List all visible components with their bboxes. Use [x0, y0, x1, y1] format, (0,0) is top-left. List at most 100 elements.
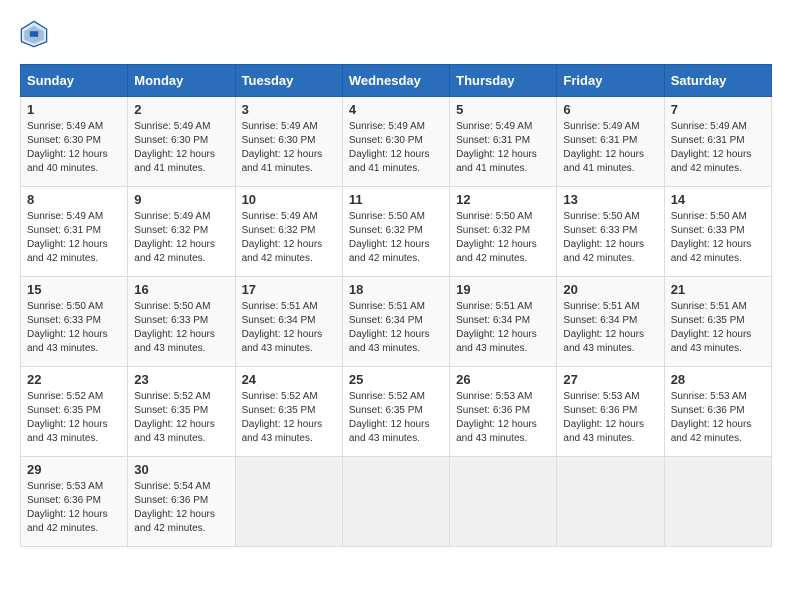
calendar-cell — [664, 457, 771, 547]
day-info: Sunrise: 5:49 AM Sunset: 6:32 PM Dayligh… — [242, 210, 336, 266]
day-info: Sunrise: 5:50 AM Sunset: 6:33 PM Dayligh… — [27, 300, 121, 356]
week-row-5: 29 Sunrise: 5:53 AM Sunset: 6:36 PM Dayli… — [21, 457, 772, 547]
calendar-cell: 6 Sunrise: 5:49 AM Sunset: 6:31 PM Daylig… — [557, 97, 664, 187]
calendar-cell: 19 Sunrise: 5:51 AM Sunset: 6:34 PM Dayli… — [450, 277, 557, 367]
calendar-cell — [557, 457, 664, 547]
day-number: 3 — [242, 102, 336, 117]
calendar-cell: 26 Sunrise: 5:53 AM Sunset: 6:36 PM Dayli… — [450, 367, 557, 457]
calendar-cell: 17 Sunrise: 5:51 AM Sunset: 6:34 PM Dayli… — [235, 277, 342, 367]
calendar-cell: 13Sunrise: 5:50 AM Sunset: 6:33 PM Dayli… — [557, 187, 664, 277]
day-number: 13 — [563, 192, 657, 207]
calendar-cell — [235, 457, 342, 547]
calendar-cell: 20 Sunrise: 5:51 AM Sunset: 6:34 PM Dayli… — [557, 277, 664, 367]
calendar-cell: 23 Sunrise: 5:52 AM Sunset: 6:35 PM Dayli… — [128, 367, 235, 457]
day-info: Sunrise: 5:54 AM Sunset: 6:36 PM Dayligh… — [134, 480, 228, 536]
day-info: Sunrise: 5:51 AM Sunset: 6:34 PM Dayligh… — [563, 300, 657, 356]
day-number: 21 — [671, 282, 765, 297]
day-info: Sunrise: 5:50 AM Sunset: 6:33 PM Dayligh… — [134, 300, 228, 356]
calendar-cell: 30 Sunrise: 5:54 AM Sunset: 6:36 PM Dayli… — [128, 457, 235, 547]
day-number: 25 — [349, 372, 443, 387]
day-info: Sunrise: 5:53 AM Sunset: 6:36 PM Dayligh… — [27, 480, 121, 536]
day-header-sunday: Sunday — [21, 65, 128, 97]
day-info: Sunrise: 5:51 AM Sunset: 6:35 PM Dayligh… — [671, 300, 765, 356]
day-number: 18 — [349, 282, 443, 297]
day-info: Sunrise: 5:50 AM Sunset: 6:33 PM Dayligh… — [671, 210, 765, 266]
day-number: 29 — [27, 462, 121, 477]
day-number: 22 — [27, 372, 121, 387]
week-row-2: 8 Sunrise: 5:49 AM Sunset: 6:31 PM Daylig… — [21, 187, 772, 277]
day-number: 6 — [563, 102, 657, 117]
day-info: Sunrise: 5:51 AM Sunset: 6:34 PM Dayligh… — [242, 300, 336, 356]
calendar-cell: 28 Sunrise: 5:53 AM Sunset: 6:36 PM Dayli… — [664, 367, 771, 457]
day-info: Sunrise: 5:53 AM Sunset: 6:36 PM Dayligh… — [456, 390, 550, 446]
day-info: Sunrise: 5:52 AM Sunset: 6:35 PM Dayligh… — [242, 390, 336, 446]
day-info: Sunrise: 5:53 AM Sunset: 6:36 PM Dayligh… — [671, 390, 765, 446]
day-header-monday: Monday — [128, 65, 235, 97]
day-info: Sunrise: 5:49 AM Sunset: 6:31 PM Dayligh… — [671, 120, 765, 176]
day-number: 2 — [134, 102, 228, 117]
logo-icon — [20, 20, 48, 48]
day-info: Sunrise: 5:50 AM Sunset: 6:32 PM Dayligh… — [456, 210, 550, 266]
calendar-cell: 15 Sunrise: 5:50 AM Sunset: 6:33 PM Dayli… — [21, 277, 128, 367]
calendar-cell: 14 Sunrise: 5:50 AM Sunset: 6:33 PM Dayli… — [664, 187, 771, 277]
day-info: Sunrise: 5:49 AM Sunset: 6:30 PM Dayligh… — [134, 120, 228, 176]
calendar-cell: 16 Sunrise: 5:50 AM Sunset: 6:33 PM Dayli… — [128, 277, 235, 367]
calendar-cell: 10 Sunrise: 5:49 AM Sunset: 6:32 PM Dayli… — [235, 187, 342, 277]
calendar-cell: 12 Sunrise: 5:50 AM Sunset: 6:32 PM Dayli… — [450, 187, 557, 277]
day-number: 20 — [563, 282, 657, 297]
day-info: Sunrise: 5:49 AM Sunset: 6:32 PM Dayligh… — [134, 210, 228, 266]
day-number: 30 — [134, 462, 228, 477]
calendar-cell: 8 Sunrise: 5:49 AM Sunset: 6:31 PM Daylig… — [21, 187, 128, 277]
calendar-cell: 25Sunrise: 5:52 AM Sunset: 6:35 PM Dayli… — [342, 367, 449, 457]
calendar-table: SundayMondayTuesdayWednesdayThursdayFrid… — [20, 64, 772, 547]
day-info: Sunrise: 5:49 AM Sunset: 6:30 PM Dayligh… — [242, 120, 336, 176]
day-info: Sunrise: 5:49 AM Sunset: 6:31 PM Dayligh… — [563, 120, 657, 176]
week-row-1: 1Sunrise: 5:49 AM Sunset: 6:30 PM Daylig… — [21, 97, 772, 187]
day-info: Sunrise: 5:53 AM Sunset: 6:36 PM Dayligh… — [563, 390, 657, 446]
calendar-cell: 24 Sunrise: 5:52 AM Sunset: 6:35 PM Dayli… — [235, 367, 342, 457]
day-number: 8 — [27, 192, 121, 207]
day-info: Sunrise: 5:52 AM Sunset: 6:35 PM Dayligh… — [27, 390, 121, 446]
calendar-cell: 27 Sunrise: 5:53 AM Sunset: 6:36 PM Dayli… — [557, 367, 664, 457]
logo — [20, 20, 54, 48]
calendar-cell: 18 Sunrise: 5:51 AM Sunset: 6:34 PM Dayli… — [342, 277, 449, 367]
day-number: 17 — [242, 282, 336, 297]
calendar-cell — [342, 457, 449, 547]
calendar-cell — [450, 457, 557, 547]
day-number: 24 — [242, 372, 336, 387]
day-number: 9 — [134, 192, 228, 207]
day-header-wednesday: Wednesday — [342, 65, 449, 97]
calendar-cell: 7 Sunrise: 5:49 AM Sunset: 6:31 PM Daylig… — [664, 97, 771, 187]
day-info: Sunrise: 5:49 AM Sunset: 6:30 PM Dayligh… — [27, 120, 121, 176]
day-info: Sunrise: 5:49 AM Sunset: 6:31 PM Dayligh… — [27, 210, 121, 266]
day-number: 5 — [456, 102, 550, 117]
day-header-saturday: Saturday — [664, 65, 771, 97]
day-number: 26 — [456, 372, 550, 387]
day-number: 27 — [563, 372, 657, 387]
day-number: 15 — [27, 282, 121, 297]
calendar-cell: 22 Sunrise: 5:52 AM Sunset: 6:35 PM Dayli… — [21, 367, 128, 457]
day-header-tuesday: Tuesday — [235, 65, 342, 97]
day-info: Sunrise: 5:49 AM Sunset: 6:31 PM Dayligh… — [456, 120, 550, 176]
day-info: Sunrise: 5:50 AM Sunset: 6:32 PM Dayligh… — [349, 210, 443, 266]
day-number: 14 — [671, 192, 765, 207]
calendar-cell: 29 Sunrise: 5:53 AM Sunset: 6:36 PM Dayli… — [21, 457, 128, 547]
day-number: 19 — [456, 282, 550, 297]
day-number: 28 — [671, 372, 765, 387]
day-number: 16 — [134, 282, 228, 297]
calendar-cell: 2 Sunrise: 5:49 AM Sunset: 6:30 PM Daylig… — [128, 97, 235, 187]
day-header-thursday: Thursday — [450, 65, 557, 97]
day-info: Sunrise: 5:52 AM Sunset: 6:35 PM Dayligh… — [134, 390, 228, 446]
day-number: 10 — [242, 192, 336, 207]
header-row: SundayMondayTuesdayWednesdayThursdayFrid… — [21, 65, 772, 97]
day-info: Sunrise: 5:51 AM Sunset: 6:34 PM Dayligh… — [456, 300, 550, 356]
day-info: Sunrise: 5:51 AM Sunset: 6:34 PM Dayligh… — [349, 300, 443, 356]
calendar-cell: 1Sunrise: 5:49 AM Sunset: 6:30 PM Daylig… — [21, 97, 128, 187]
day-number: 12 — [456, 192, 550, 207]
day-number: 23 — [134, 372, 228, 387]
day-number: 7 — [671, 102, 765, 117]
week-row-3: 15 Sunrise: 5:50 AM Sunset: 6:33 PM Dayli… — [21, 277, 772, 367]
week-row-4: 22 Sunrise: 5:52 AM Sunset: 6:35 PM Dayli… — [21, 367, 772, 457]
calendar-cell: 11Sunrise: 5:50 AM Sunset: 6:32 PM Dayli… — [342, 187, 449, 277]
day-header-friday: Friday — [557, 65, 664, 97]
